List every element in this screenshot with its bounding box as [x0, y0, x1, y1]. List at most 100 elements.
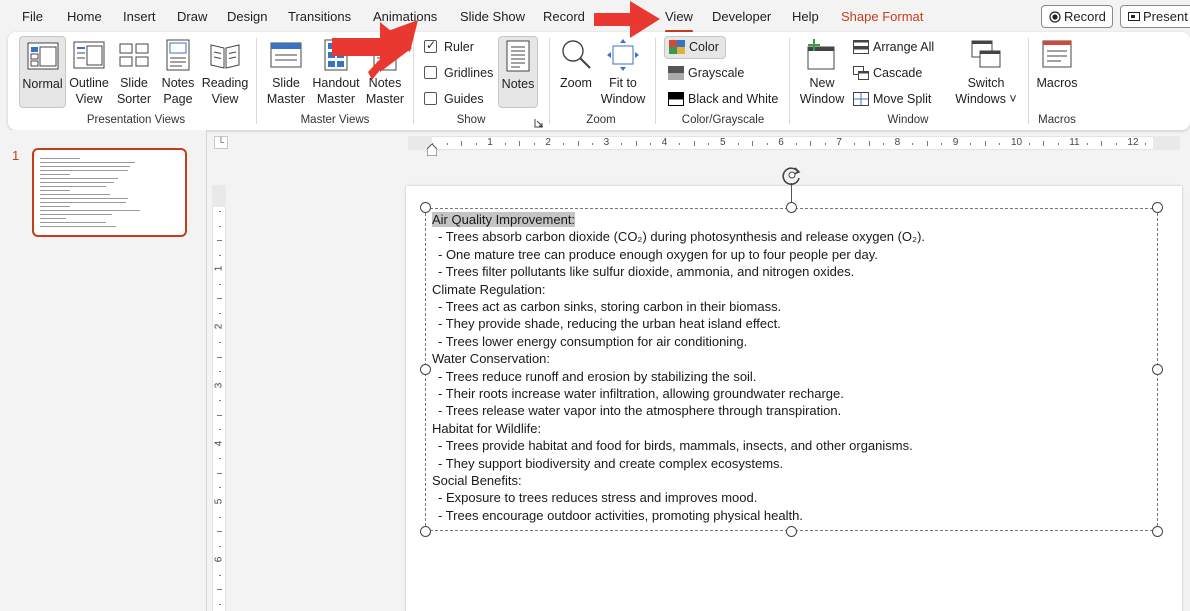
move-split-button[interactable]: Move Split: [853, 92, 931, 106]
slide-sorter-button[interactable]: Slide Sorter: [114, 36, 154, 108]
notes-page-label-2: Page: [163, 92, 193, 106]
switch-windows-label-1: Switch: [967, 76, 1005, 90]
bullet-line: - One mature tree can produce enough oxy…: [438, 246, 878, 262]
tab-home[interactable]: Home: [67, 9, 102, 24]
guides-check-box[interactable]: [424, 92, 437, 105]
tab-record[interactable]: Record: [543, 9, 585, 24]
slide-sorter-icon: [118, 39, 150, 71]
resize-handle-bottom-right[interactable]: [1152, 526, 1163, 537]
notes-page-button[interactable]: Notes Page: [158, 36, 198, 108]
indent-marker[interactable]: [426, 143, 438, 157]
outline-view-button[interactable]: Outline View: [68, 36, 110, 108]
grayscale-icon: [668, 66, 684, 80]
resize-handle-right[interactable]: [1152, 364, 1163, 375]
ruler-checkbox[interactable]: Ruler: [424, 38, 474, 54]
slide-master-icon: [270, 39, 302, 71]
fit-to-window-icon: [607, 39, 639, 71]
presentation-views-group-label: Presentation Views: [86, 114, 186, 126]
ruler-margin-top: [212, 185, 226, 207]
ruler-tick: [504, 143, 506, 145]
master-views-group-label: Master Views: [300, 114, 370, 126]
ruler-tick: [1043, 141, 1045, 146]
notes-master-label-2: Master: [365, 92, 405, 106]
ruler-number: 8: [894, 137, 901, 148]
gridlines-check-box[interactable]: [424, 66, 437, 79]
ruler-tick: [1101, 141, 1103, 146]
ruler-tick: [219, 211, 221, 212]
heading-line: Social Benefits:: [432, 473, 522, 488]
ruler-tick: [461, 141, 463, 146]
ruler-tick: [1028, 143, 1030, 145]
normal-view-button[interactable]: Normal: [19, 36, 66, 108]
ruler-number: 2: [213, 324, 225, 330]
new-window-button[interactable]: New Window: [798, 36, 846, 108]
slide-sorter-label-2: Sorter: [116, 92, 152, 106]
tab-slide-show[interactable]: Slide Show: [460, 9, 525, 24]
ruler-tick: [217, 589, 222, 591]
ruler-tick: [577, 141, 579, 146]
resize-handle-top[interactable]: [786, 202, 797, 213]
tab-file[interactable]: File: [22, 9, 43, 24]
heading-line: Water Conservation:: [432, 351, 551, 367]
ruler-tick: [868, 141, 870, 146]
pane-splitter[interactable]: [206, 130, 207, 611]
zoom-button[interactable]: Zoom: [556, 36, 596, 108]
present-button[interactable]: Present in: [1120, 5, 1190, 28]
notes-button[interactable]: Notes: [498, 36, 538, 108]
slide-master-label-2: Master: [266, 92, 306, 106]
guides-checkbox[interactable]: Guides: [424, 92, 484, 106]
bullet-line: - Trees absorb carbon dioxide (CO₂) duri…: [438, 229, 926, 245]
tab-view[interactable]: View: [665, 9, 693, 33]
ruler-tick: [926, 141, 928, 146]
bullet-line: - Exposure to trees reduces stress and i…: [438, 490, 758, 506]
ruler-tick: [1086, 143, 1088, 145]
color-button[interactable]: Color: [664, 36, 726, 59]
ruler-check-box[interactable]: [424, 38, 437, 53]
record-button[interactable]: Record: [1041, 5, 1113, 28]
slide-thumbnail[interactable]: [32, 148, 187, 237]
arrange-all-button[interactable]: Arrange All: [853, 40, 934, 54]
tab-design[interactable]: Design: [227, 9, 267, 24]
ruler-tick: [970, 143, 972, 145]
fit-to-window-button[interactable]: Fit to Window: [599, 36, 647, 108]
slide-master-button[interactable]: Slide Master: [264, 36, 308, 108]
notes-icon: [502, 40, 534, 72]
resize-handle-top-left[interactable]: [420, 202, 431, 213]
vertical-ruler[interactable]: 1 2 3 4 5 6: [212, 185, 226, 611]
ruler-tick: [219, 371, 221, 373]
ruler-tick: [217, 240, 222, 242]
grayscale-button[interactable]: Grayscale: [668, 66, 744, 80]
tab-selector[interactable]: └: [214, 136, 228, 149]
gridlines-checkbox[interactable]: Gridlines: [424, 66, 493, 80]
dialog-launcher-icon[interactable]: [534, 115, 544, 128]
outline-view-label-2: View: [75, 92, 103, 106]
move-split-icon: [853, 92, 869, 106]
ruler-tick: [1144, 143, 1146, 145]
horizontal-ruler[interactable]: 1 2 3 4 5 6 7 8 9 10 11 12: [408, 136, 1180, 150]
reading-view-label-2: View: [211, 92, 239, 106]
switch-windows-button[interactable]: Switch Windows ˅: [951, 36, 1021, 108]
bullet-line: - They provide shade, reducing the urban…: [438, 316, 781, 332]
reading-view-button[interactable]: Reading View: [201, 36, 249, 108]
macros-button[interactable]: Macros: [1034, 36, 1080, 108]
rotate-handle-icon[interactable]: [781, 164, 803, 186]
resize-handle-bottom[interactable]: [786, 526, 797, 537]
tab-help[interactable]: Help: [792, 9, 819, 24]
resize-handle-top-right[interactable]: [1152, 202, 1163, 213]
notes-page-icon: [162, 39, 194, 71]
ruler-tick: [219, 254, 221, 256]
tab-developer[interactable]: Developer: [712, 9, 771, 24]
ruler-number: 3: [213, 382, 225, 388]
group-separator: [256, 38, 257, 124]
slide-number: 1: [12, 148, 20, 163]
tab-insert[interactable]: Insert: [123, 9, 156, 24]
bullet-line: - Trees act as carbon sinks, storing car…: [438, 299, 782, 314]
cascade-button[interactable]: Cascade: [853, 66, 922, 80]
black-and-white-button[interactable]: Black and White: [668, 92, 778, 106]
tab-draw[interactable]: Draw: [177, 9, 207, 24]
record-icon: [1049, 11, 1061, 26]
tab-shape-format[interactable]: Shape Format: [841, 9, 923, 24]
ruler-tick: [635, 141, 637, 146]
resize-handle-left[interactable]: [420, 364, 431, 375]
resize-handle-bottom-left[interactable]: [420, 526, 431, 537]
